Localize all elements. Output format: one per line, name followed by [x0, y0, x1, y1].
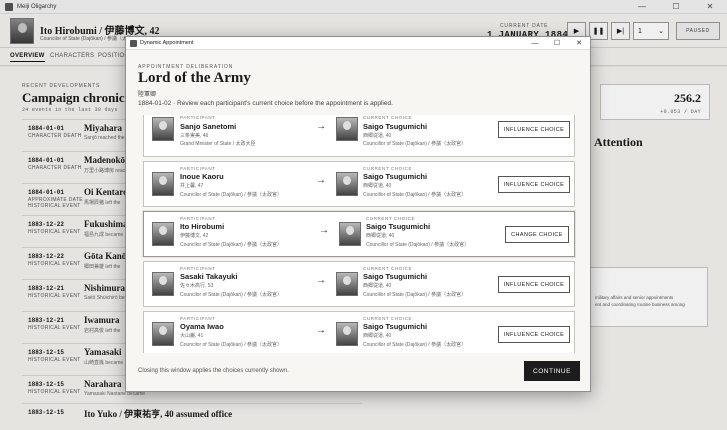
- dynamic-appointment-dialog: Dynamic Appointment — ☐ ✕ APPOINTMENT DE…: [125, 36, 591, 392]
- choice-name: Saigo Tsugumichi: [363, 322, 428, 331]
- participant-name-jp: 大山巌, 41: [180, 333, 204, 339]
- dialog-instruction: 1884-01-02 · Review each participant's c…: [138, 100, 393, 107]
- choice-portrait: [336, 172, 358, 196]
- participant-portrait: [152, 222, 174, 246]
- choice-name-jp: 西郷従道, 40: [363, 183, 392, 189]
- choice-portrait: [336, 117, 358, 141]
- choice-name-jp: 西郷従道, 40: [363, 283, 392, 289]
- choice-office: Councillor of State (Dajōkan) / 参議（太政官）: [363, 192, 467, 198]
- participant-office: Grand Minister of State / 太政大臣: [180, 141, 256, 147]
- participant-row: PARTICIPANT Sanjo Sanetomi 三条実美, 46 Gran…: [143, 115, 575, 157]
- choice-name-jp: 西郷従道, 40: [363, 333, 392, 339]
- choice-portrait: [336, 322, 358, 346]
- choice-name-jp: 西郷従道, 40: [366, 233, 395, 239]
- participant-row: PARTICIPANT Oyama Iwao 大山巌, 41 Councilor…: [143, 311, 575, 353]
- participant-row: PARTICIPANT Inoue Kaoru 井上馨, 47 Councilo…: [143, 161, 575, 207]
- participant-office: Councilor of State (Dajōkan) / 参議（太政官）: [180, 292, 282, 298]
- participant-name: Ito Hirobumi: [180, 222, 225, 231]
- choice-office: Councillor of State (Dajōkan) / 参議（太政官）: [363, 292, 467, 298]
- dialog-titlebar: Dynamic Appointment — ☐ ✕: [126, 37, 590, 50]
- choice-office: Councillor of State (Dajōkan) / 参議（太政官）: [366, 242, 470, 248]
- dialog-app-icon: [130, 39, 137, 47]
- choice-name-jp: 西郷従道, 40: [363, 133, 392, 139]
- participant-portrait: [152, 172, 174, 196]
- participant-label: PARTICIPANT: [180, 266, 216, 271]
- participant-portrait: [152, 322, 174, 346]
- participant-name: Sanjo Sanetomi: [180, 122, 237, 131]
- participant-office: Councilor of State (Dajōkan) / 参議（太政官）: [180, 342, 282, 348]
- choice-portrait: [339, 222, 361, 246]
- influence-choice-button[interactable]: INFLUENCE CHOICE: [498, 121, 570, 138]
- current-choice-label: CURRENT CHOICE: [363, 316, 413, 321]
- participant-name-jp: 三条実美, 46: [180, 133, 209, 139]
- influence-choice-button[interactable]: INFLUENCE CHOICE: [498, 176, 570, 193]
- current-choice-label: CURRENT CHOICE: [363, 115, 413, 120]
- arrow-right-icon: →: [316, 275, 326, 286]
- continue-button[interactable]: CONTINUE: [524, 361, 580, 381]
- dialog-maximize-button[interactable]: ☐: [546, 37, 568, 50]
- dialog-title: Dynamic Appointment: [140, 40, 194, 46]
- participant-label: PARTICIPANT: [180, 115, 216, 120]
- choice-portrait: [336, 272, 358, 296]
- participant-list[interactable]: PARTICIPANT Sanjo Sanetomi 三条実美, 46 Gran…: [138, 115, 580, 353]
- arrow-right-icon: →: [316, 175, 326, 186]
- arrow-right-icon: →: [319, 225, 329, 236]
- appointment-title-jp: 陸軍卿: [138, 92, 157, 98]
- participant-name-jp: 伊藤博文, 42: [180, 233, 209, 239]
- participant-label: PARTICIPANT: [180, 316, 216, 321]
- participant-name-jp: 佐々木高行, 53: [180, 283, 214, 289]
- current-choice-label: CURRENT CHOICE: [366, 216, 416, 221]
- current-choice-label: CURRENT CHOICE: [363, 166, 413, 171]
- participant-row-self: PARTICIPANT Ito Hirobumi 伊藤博文, 42 Counci…: [143, 211, 575, 257]
- dialog-footer-note: Closing this window applies the choices …: [138, 368, 289, 374]
- change-choice-button[interactable]: CHANGE CHOICE: [505, 226, 569, 243]
- participant-label: PARTICIPANT: [180, 166, 216, 171]
- choice-name: Saigo Tsugumichi: [363, 172, 428, 181]
- participant-name: Inoue Kaoru: [180, 172, 224, 181]
- participant-label: PARTICIPANT: [180, 216, 216, 221]
- participant-name: Oyama Iwao: [180, 322, 224, 331]
- choice-name: Saigo Tsugumichi: [363, 122, 428, 131]
- participant-portrait: [152, 117, 174, 141]
- participant-row: PARTICIPANT Sasaki Takayuki 佐々木高行, 53 Co…: [143, 261, 575, 307]
- participant-office: Councilor of State (Dajōkan) / 参議（太政官）: [180, 192, 282, 198]
- participant-office: Councilor of State (Dajōkan) / 参議（太政官）: [180, 242, 282, 248]
- choice-office: Councillor of State (Dajōkan) / 参議（太政官）: [363, 342, 467, 348]
- arrow-right-icon: →: [316, 121, 326, 132]
- arrow-right-icon: →: [316, 325, 326, 336]
- choice-office: Councillor of State (Dajōkan) / 参議（太政官）: [363, 141, 467, 147]
- choice-name: Saigo Tsugumichi: [366, 222, 431, 231]
- influence-choice-button[interactable]: INFLUENCE CHOICE: [498, 276, 570, 293]
- influence-choice-button[interactable]: INFLUENCE CHOICE: [498, 326, 570, 343]
- participant-name-jp: 井上馨, 47: [180, 183, 204, 189]
- current-choice-label: CURRENT CHOICE: [363, 266, 413, 271]
- appointment-title: Lord of the Army: [138, 70, 251, 86]
- choice-name: Saigo Tsugumichi: [363, 272, 428, 281]
- participant-portrait: [152, 272, 174, 296]
- participant-name: Sasaki Takayuki: [180, 272, 238, 281]
- dialog-close-button[interactable]: ✕: [568, 37, 590, 50]
- dialog-minimize-button[interactable]: —: [524, 37, 546, 50]
